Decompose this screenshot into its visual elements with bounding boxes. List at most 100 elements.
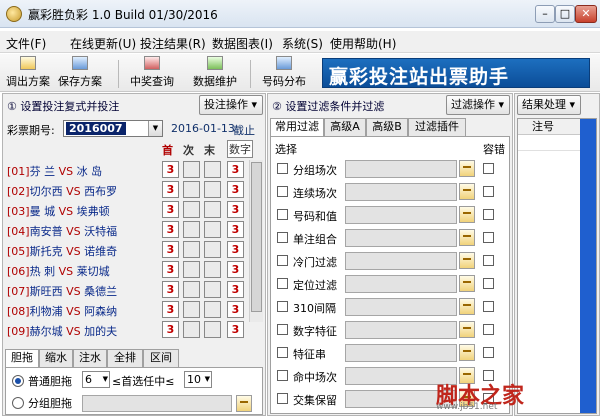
draw-cell[interactable] bbox=[183, 321, 200, 338]
group-dantuo-field[interactable] bbox=[82, 395, 232, 412]
fault-tolerance-checkbox[interactable] bbox=[483, 163, 494, 174]
filter-operation-button[interactable]: 过滤操作 ▾ bbox=[446, 95, 510, 115]
count-cell[interactable]: 3 bbox=[227, 261, 244, 278]
menu-system[interactable]: 系统(S) bbox=[282, 35, 323, 52]
edit-icon[interactable] bbox=[459, 298, 475, 315]
count-cell[interactable]: 3 bbox=[227, 281, 244, 298]
result-processing-button[interactable]: 结果处理 ▾ bbox=[517, 95, 581, 115]
draw-cell[interactable] bbox=[183, 201, 200, 218]
prize-query-button[interactable]: 中奖查询 bbox=[124, 56, 180, 90]
save-plan-button[interactable]: 保存方案 bbox=[56, 56, 104, 90]
filter-checkbox[interactable] bbox=[277, 232, 288, 243]
menu-online-update[interactable]: 在线更新(U) bbox=[70, 35, 136, 52]
loss-cell[interactable] bbox=[204, 321, 221, 338]
filter-checkbox[interactable] bbox=[277, 255, 288, 266]
filter-condition-field[interactable] bbox=[345, 344, 457, 362]
draw-cell[interactable] bbox=[183, 301, 200, 318]
fault-tolerance-checkbox[interactable] bbox=[483, 278, 494, 289]
filter-condition-field[interactable] bbox=[345, 321, 457, 339]
tab-range[interactable]: 区间 bbox=[143, 349, 179, 367]
edit-icon[interactable] bbox=[459, 252, 475, 269]
edit-icon[interactable] bbox=[459, 344, 475, 361]
filter-condition-field[interactable] bbox=[345, 275, 457, 293]
tab-advanced-b[interactable]: 高级B bbox=[366, 118, 408, 136]
tab-common-filter[interactable]: 常用过滤 bbox=[270, 118, 324, 136]
draw-cell[interactable] bbox=[183, 161, 200, 178]
edit-icon[interactable] bbox=[459, 275, 475, 292]
loss-cell[interactable] bbox=[204, 161, 221, 178]
loss-cell[interactable] bbox=[204, 281, 221, 298]
fault-tolerance-checkbox[interactable] bbox=[483, 255, 494, 266]
normal-dantuo-radio[interactable] bbox=[12, 375, 24, 387]
win-cell[interactable]: 3 bbox=[162, 261, 179, 278]
filter-condition-field[interactable] bbox=[345, 298, 457, 316]
loss-cell[interactable] bbox=[204, 201, 221, 218]
filter-condition-field[interactable] bbox=[345, 206, 457, 224]
menu-bet-results[interactable]: 投注结果(R) bbox=[140, 35, 206, 52]
edit-icon[interactable] bbox=[459, 183, 475, 200]
filter-checkbox[interactable] bbox=[277, 278, 288, 289]
loss-cell[interactable] bbox=[204, 181, 221, 198]
minimize-button[interactable]: – bbox=[535, 5, 555, 23]
match-scrollbar[interactable] bbox=[249, 160, 263, 322]
filter-checkbox[interactable] bbox=[277, 186, 288, 197]
filter-condition-field[interactable] bbox=[345, 160, 457, 178]
win-cell[interactable]: 3 bbox=[162, 161, 179, 178]
scroll-thumb[interactable] bbox=[251, 162, 262, 312]
filter-checkbox[interactable] bbox=[277, 324, 288, 335]
count-cell[interactable]: 3 bbox=[227, 321, 244, 338]
data-maintenance-button[interactable]: 数据维护 bbox=[186, 56, 244, 90]
edit-icon[interactable] bbox=[459, 229, 475, 246]
draw-cell[interactable] bbox=[183, 241, 200, 258]
fault-tolerance-checkbox[interactable] bbox=[483, 209, 494, 220]
win-cell[interactable]: 3 bbox=[162, 301, 179, 318]
filter-condition-field[interactable] bbox=[345, 252, 457, 270]
table-row[interactable] bbox=[518, 135, 580, 151]
tab-advanced-a[interactable]: 高级A bbox=[324, 118, 366, 136]
loss-cell[interactable] bbox=[204, 261, 221, 278]
fault-tolerance-checkbox[interactable] bbox=[483, 324, 494, 335]
menu-file[interactable]: 文件(F) bbox=[6, 35, 46, 52]
count-cell[interactable]: 3 bbox=[227, 161, 244, 178]
filter-condition-field[interactable] bbox=[345, 183, 457, 201]
loss-cell[interactable] bbox=[204, 221, 221, 238]
filter-checkbox[interactable] bbox=[277, 209, 288, 220]
draw-cell[interactable] bbox=[183, 281, 200, 298]
loss-cell[interactable] bbox=[204, 241, 221, 258]
edit-icon[interactable] bbox=[236, 395, 252, 412]
filter-checkbox[interactable] bbox=[277, 393, 288, 404]
win-cell[interactable]: 3 bbox=[162, 181, 179, 198]
menu-data-charts[interactable]: 数据图表(I) bbox=[212, 35, 273, 52]
draw-cell[interactable] bbox=[183, 261, 200, 278]
win-cell[interactable]: 3 bbox=[162, 281, 179, 298]
tab-dantuo[interactable]: 胆拖 bbox=[5, 349, 39, 367]
menu-help[interactable]: 使用帮助(H) bbox=[330, 35, 396, 52]
issue-select[interactable]: 2016007 ▼ bbox=[63, 120, 163, 137]
filter-condition-field[interactable] bbox=[345, 229, 457, 247]
fault-tolerance-checkbox[interactable] bbox=[483, 347, 494, 358]
edit-icon[interactable] bbox=[459, 321, 475, 338]
edit-icon[interactable] bbox=[459, 160, 475, 177]
load-plan-button[interactable]: 调出方案 bbox=[4, 56, 52, 90]
loss-cell[interactable] bbox=[204, 301, 221, 318]
win-cell[interactable]: 3 bbox=[162, 321, 179, 338]
tab-filter-plugin[interactable]: 过滤插件 bbox=[408, 118, 466, 136]
tab-expand[interactable]: 注水 bbox=[73, 349, 107, 367]
tab-shrink[interactable]: 缩水 bbox=[39, 349, 73, 367]
result-scrollbar[interactable] bbox=[580, 119, 596, 413]
draw-cell[interactable] bbox=[183, 221, 200, 238]
fault-tolerance-checkbox[interactable] bbox=[483, 186, 494, 197]
edit-icon[interactable] bbox=[459, 206, 475, 223]
count-cell[interactable]: 3 bbox=[227, 201, 244, 218]
filter-checkbox[interactable] bbox=[277, 163, 288, 174]
win-cell[interactable]: 3 bbox=[162, 221, 179, 238]
bet-operation-button[interactable]: 投注操作 ▾ bbox=[199, 95, 263, 115]
fault-tolerance-checkbox[interactable] bbox=[483, 232, 494, 243]
fault-tolerance-checkbox[interactable] bbox=[483, 301, 494, 312]
win-cell[interactable]: 3 bbox=[162, 201, 179, 218]
results-list[interactable]: 注号 bbox=[517, 118, 597, 414]
count-cell[interactable]: 3 bbox=[227, 301, 244, 318]
min-select[interactable]: 6 ▼ bbox=[82, 371, 110, 388]
tab-full[interactable]: 全排 bbox=[107, 349, 143, 367]
count-cell[interactable]: 3 bbox=[227, 221, 244, 238]
